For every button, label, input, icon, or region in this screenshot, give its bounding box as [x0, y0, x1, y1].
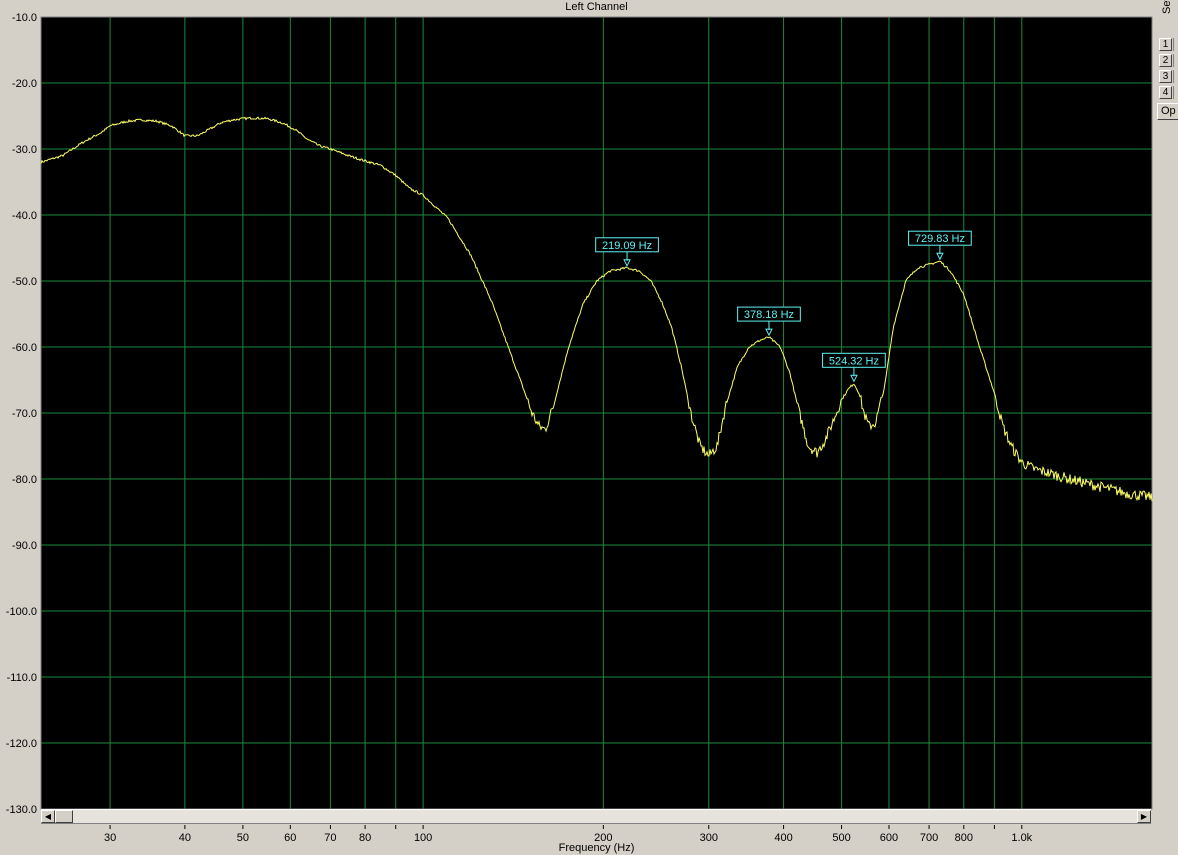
y-tick-label: -10.0: [12, 12, 37, 24]
spectrum-chart: -10.0 -20.0 -30.0 -40.0 -50.0 -60.0 -70.0 -80.0…: [6, 12, 1153, 844]
set-button-2-ext[interactable]: [1173, 54, 1178, 67]
y-tick-label: -30.0: [12, 144, 37, 156]
y-tick-label: -50.0: [12, 276, 37, 288]
y-tick-label: -70.0: [12, 408, 37, 420]
scroll-thumb[interactable]: [55, 810, 73, 823]
set-button-4-ext[interactable]: [1173, 86, 1178, 99]
scroll-left-arrow-icon[interactable]: ◀: [41, 810, 55, 823]
y-tick-label: -80.0: [12, 474, 37, 486]
y-tick-label: -90.0: [12, 540, 37, 552]
y-axis-ticks: -10.0 -20.0 -30.0 -40.0 -50.0 -60.0 -70.0 -80.0…: [6, 12, 37, 816]
set-button-4[interactable]: 4: [1159, 86, 1172, 99]
y-tick-label: -110.0: [7, 672, 37, 684]
peak-label: 378.18 Hz: [744, 309, 794, 321]
y-tick-label: -120.0: [6, 738, 37, 750]
scroll-right-arrow-icon[interactable]: ▶: [1137, 810, 1151, 823]
horizontal-scrollbar[interactable]: ◀ ▶: [41, 809, 1151, 824]
set-button-3-ext[interactable]: [1173, 70, 1178, 83]
set-label: Set: [1161, 0, 1173, 14]
x-axis-label: Frequency (Hz): [558, 842, 635, 854]
y-tick-label: -100.0: [6, 606, 37, 618]
set-button-1-ext[interactable]: [1173, 38, 1178, 51]
set-button-1[interactable]: 1: [1159, 38, 1172, 51]
y-tick-label: -40.0: [12, 210, 37, 222]
peak-label: 219.09 Hz: [602, 240, 652, 252]
y-tick-label: -60.0: [12, 342, 37, 354]
set-button-2[interactable]: 2: [1159, 54, 1172, 67]
side-panel: [1155, 0, 1178, 855]
peak-label: 729.83 Hz: [915, 233, 965, 245]
options-button[interactable]: Op: [1157, 103, 1178, 120]
y-tick-label: -20.0: [12, 78, 37, 90]
peak-label: 524.32 Hz: [829, 355, 879, 367]
set-button-3[interactable]: 3: [1159, 70, 1172, 83]
y-tick-label: -130.0: [6, 804, 37, 816]
